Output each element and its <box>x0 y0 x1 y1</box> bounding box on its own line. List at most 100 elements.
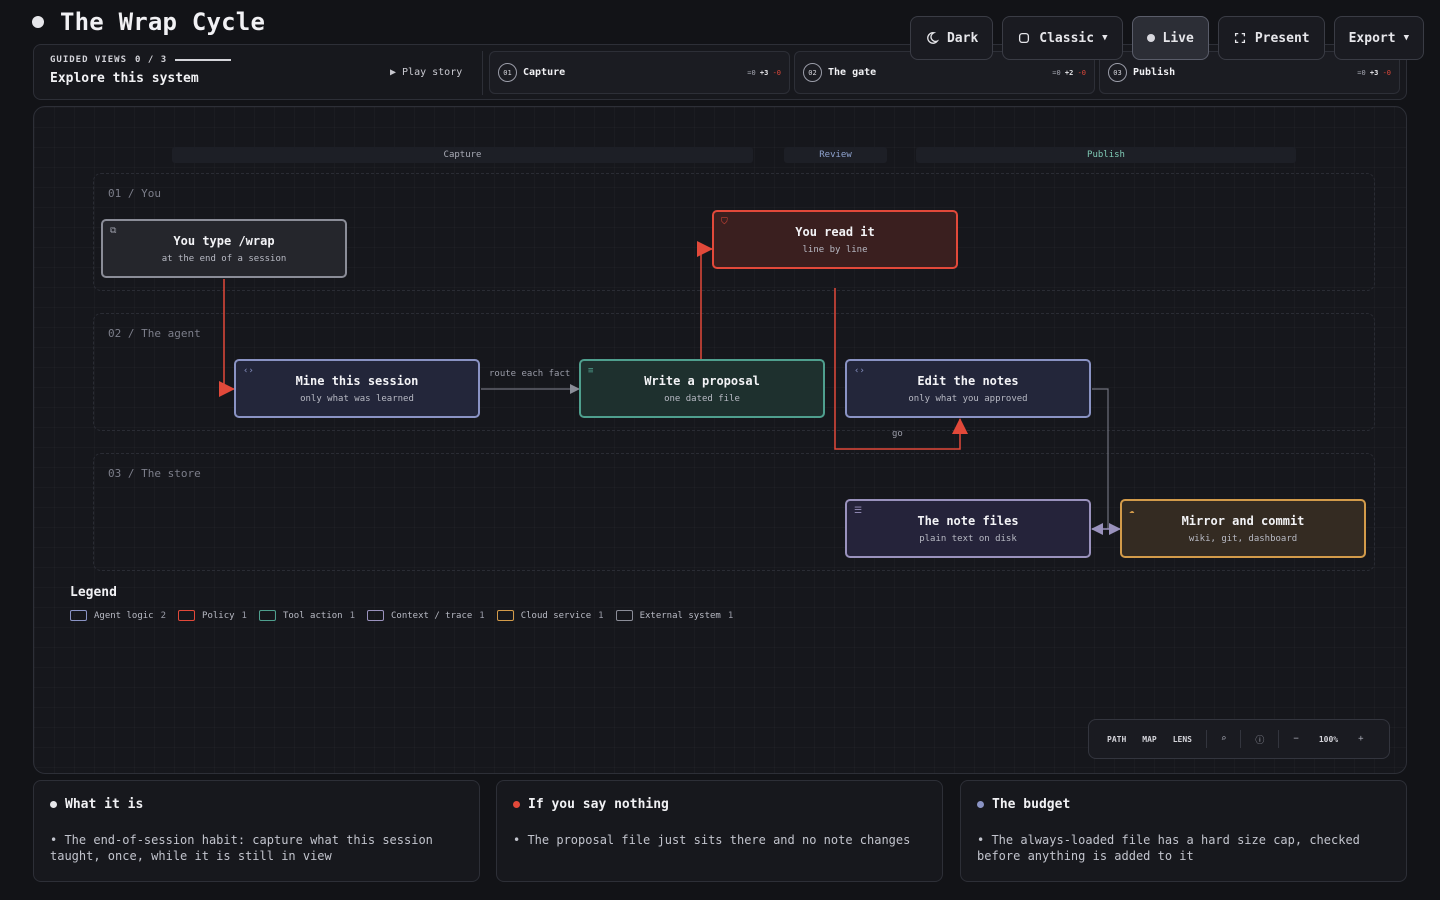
live-button[interactable]: Live <box>1131 16 1209 60</box>
guided-views-header: GUIDED VIEWS 0 / 3 <box>50 55 232 65</box>
theme-button[interactable]: Dark <box>909 16 994 60</box>
legend-count: 1 <box>241 610 247 621</box>
legend-swatch <box>615 610 633 621</box>
divider <box>1205 730 1207 748</box>
legend-item: Cloud service 1 <box>496 610 604 621</box>
legend: Legend Agent logic 2 Policy 1 Tool action 1 Co… <box>70 585 733 621</box>
zoom-in-button[interactable]: + <box>1350 734 1371 744</box>
card-title: What it is <box>65 797 144 812</box>
guided-views-progress: 0 / 3 <box>135 55 168 65</box>
legend-swatch <box>258 610 276 621</box>
chevron-down-icon: ▼ <box>1403 33 1409 43</box>
header: The Wrap Cycle <box>32 6 265 38</box>
lens-button[interactable]: LENS <box>1165 735 1200 744</box>
node-title: You read it <box>795 224 875 239</box>
legend-count: 1 <box>479 610 485 621</box>
legend-item: External system 1 <box>615 610 734 621</box>
node-subtitle: line by line <box>802 244 868 255</box>
node-subtitle: at the end of a session <box>161 253 287 264</box>
node-mine-session[interactable]: ‹› Mine this session only what was learn… <box>234 359 480 418</box>
cloud-icon: ☁ <box>1129 506 1135 516</box>
toolbar: Dark Classic ▼ Live Present Export ▼ <box>909 16 1424 60</box>
card-title: The budget <box>992 797 1071 812</box>
divider <box>482 51 483 95</box>
edges <box>219 241 1121 535</box>
live-label: Live <box>1162 30 1194 46</box>
legend-count: 1 <box>727 610 734 621</box>
node-mirror-commit[interactable]: ☁ Mirror and commit wiki, git, dashboard <box>1120 499 1366 558</box>
node-subtitle: wiki, git, dashboard <box>1188 533 1298 544</box>
export-label: Export <box>1348 30 1396 46</box>
edge-proposal-to-read <box>697 241 713 359</box>
bullet-icon <box>513 801 520 808</box>
step-stats: =0 +3 -0 <box>747 68 781 77</box>
legend-title: Legend <box>70 585 117 600</box>
card-body: • The always-loaded file has a hard size… <box>977 833 1360 863</box>
present-button[interactable]: Present <box>1217 16 1325 60</box>
node-write-proposal[interactable]: ≡ Write a proposal one dated file <box>579 359 825 418</box>
code-icon: ‹› <box>854 366 865 376</box>
map-button[interactable]: MAP <box>1134 735 1164 744</box>
node-subtitle: only what was learned <box>300 393 414 404</box>
path-button[interactable]: PATH <box>1099 735 1134 744</box>
theme-label: Dark <box>946 30 979 46</box>
moon-icon <box>927 32 939 44</box>
node-type-wrap[interactable]: ⧉ You type /wrap at the end of a session <box>101 219 347 278</box>
step-stats: =0 +3 -0 <box>1357 68 1391 77</box>
step-capture[interactable]: 01 Capture =0 +3 -0 <box>489 51 790 94</box>
edge-edit-to-mirror <box>1092 388 1109 529</box>
help-icon[interactable]: ⓘ <box>1247 733 1272 746</box>
export-dropdown[interactable]: Export ▼ <box>1333 16 1424 60</box>
zoom-level: 100% <box>1318 734 1339 744</box>
legend-count: 1 <box>598 610 604 621</box>
style-dropdown[interactable]: Classic ▼ <box>1002 16 1123 60</box>
chevron-down-icon: ▼ <box>1102 33 1108 43</box>
bullet-icon <box>977 801 984 808</box>
divider <box>1240 730 1242 748</box>
card-what-it-is: What it is • The end-of-session habit: c… <box>33 780 480 882</box>
external-link-icon: ⧉ <box>110 226 117 236</box>
node-subtitle: only what you approved <box>908 393 1028 404</box>
card-body: • The end-of-session habit: capture what… <box>50 833 433 863</box>
node-read-it[interactable]: ⛉ You read it line by line <box>712 210 958 269</box>
legend-swatch <box>178 610 196 621</box>
edge-label-go: go <box>892 429 903 439</box>
step-stats: =0 +2 -0 <box>1052 68 1086 77</box>
list-icon: ≡ <box>588 366 594 376</box>
node-title: You type /wrap <box>173 233 275 248</box>
legend-item: Context / trace 1 <box>367 610 485 621</box>
node-title: Write a proposal <box>644 373 760 388</box>
page-title: The Wrap Cycle <box>60 8 266 36</box>
legend-label: Cloud service <box>520 610 592 621</box>
guided-views-subtitle: Explore this system <box>50 71 199 86</box>
step-name: Capture <box>523 67 566 78</box>
legend-label: Policy <box>202 610 235 621</box>
card-the-budget: The budget • The always-loaded file has … <box>960 780 1407 882</box>
legend-item: Tool action 1 <box>258 610 355 621</box>
node-note-files[interactable]: ☰ The note files plain text on disk <box>845 499 1091 558</box>
play-story-button[interactable]: ▶ Play story <box>390 67 462 78</box>
node-edit-notes[interactable]: ‹› Edit the notes only what you approved <box>845 359 1091 418</box>
search-icon[interactable]: ⌕ <box>1213 734 1234 744</box>
view-controls: PATH MAP LENS ⌕ ⓘ − 100% + <box>1088 719 1390 759</box>
step-name: The gate <box>828 67 877 78</box>
legend-swatch <box>367 610 384 621</box>
bullet-icon <box>50 801 57 808</box>
legend-swatch <box>496 610 514 621</box>
guided-views-label: GUIDED VIEWS <box>50 55 128 65</box>
shield-icon: ⛉ <box>721 217 728 227</box>
node-subtitle: plain text on disk <box>919 533 1017 544</box>
guided-views-info: GUIDED VIEWS 0 / 3 Explore this system <box>50 55 232 86</box>
progress-line <box>175 59 232 61</box>
diagram-canvas[interactable]: Capture Review Publish 01 / You 02 / The… <box>33 106 1407 774</box>
step-number: 03 <box>1108 63 1127 82</box>
node-title: Mirror and commit <box>1181 513 1305 528</box>
edge-type-to-mine <box>219 279 235 397</box>
present-label: Present <box>1254 30 1310 46</box>
card-title: If you say nothing <box>528 797 669 812</box>
legend-label: Tool action <box>282 610 343 621</box>
legend-count: 1 <box>349 610 355 621</box>
zoom-out-button[interactable]: − <box>1285 734 1306 744</box>
code-icon: ‹› <box>243 366 254 376</box>
divider <box>1278 730 1280 748</box>
